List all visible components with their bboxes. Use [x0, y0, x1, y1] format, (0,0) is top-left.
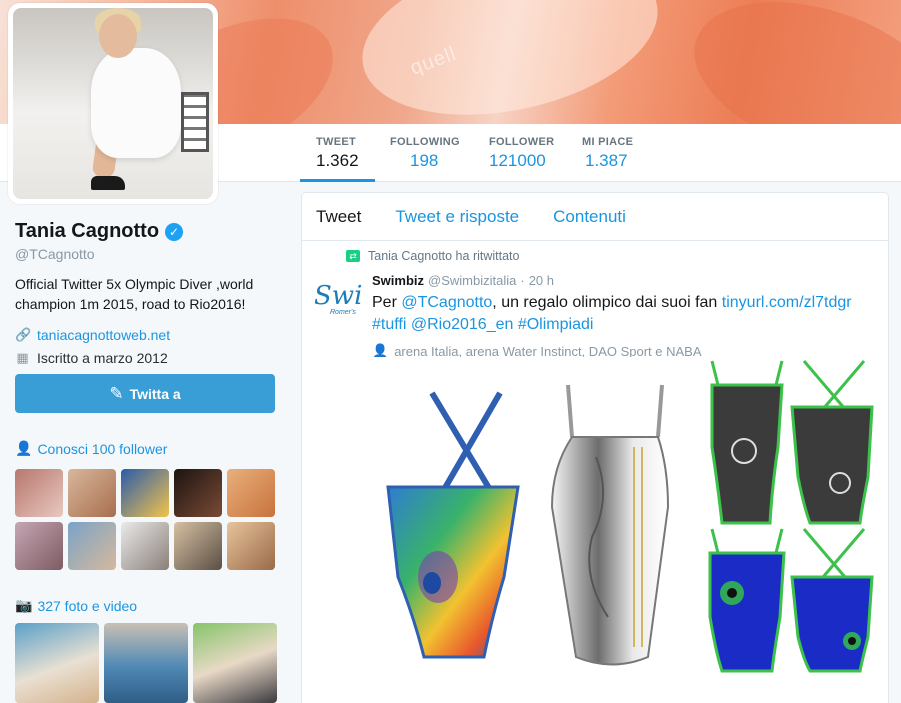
follower-avatar[interactable]	[227, 522, 275, 570]
tweet-timestamp[interactable]: 20 h	[529, 273, 554, 288]
media-thumbnail[interactable]	[15, 623, 99, 703]
tweet-author-name[interactable]: Swimbiz	[372, 273, 424, 288]
stat-value: 1.362	[316, 151, 359, 170]
tweet-to-label: Twitta a	[129, 385, 181, 402]
tweet-to-button[interactable]: ✎ Twitta a	[15, 374, 275, 413]
retweet-context: ⇄ Tania Cagnotto ha ritwittato	[346, 247, 876, 265]
photos-videos-link[interactable]: 📷 327 foto e video	[15, 597, 137, 614]
tweet-item[interactable]: ⇄ Tania Cagnotto ha ritwittato Swi Romer…	[302, 241, 888, 359]
stat-tweets[interactable]: TWEET 1.362	[300, 124, 375, 182]
camera-icon: 📷	[15, 597, 33, 613]
photos-strip	[15, 623, 277, 703]
follower-avatar[interactable]	[121, 469, 169, 517]
tab-media[interactable]: Contenuti	[553, 207, 626, 227]
profile-website-row: 🔗 taniacagnottoweb.net	[15, 323, 280, 346]
profile-bio: Official Twitter 5x Olympic Diver ,world…	[15, 276, 254, 312]
stat-label: FOLLOWING	[390, 136, 460, 148]
follower-avatar[interactable]	[121, 522, 169, 570]
profile-card: Tania Cagnotto ✓ @TCagnotto Official Twi…	[15, 220, 280, 369]
followers-you-know-link[interactable]: 👤 Conosci 100 follower	[15, 440, 167, 457]
profile-joined-row: ▦ Iscritto a marzo 2012	[15, 346, 280, 369]
tweet-separator: ·	[520, 273, 525, 288]
follower-avatar[interactable]	[15, 522, 63, 570]
swimsuit-designs-image	[386, 360, 874, 673]
timeline-tabs: Tweet Tweet e risposte Contenuti	[302, 193, 888, 241]
swimsuit-3	[710, 360, 874, 525]
timeline: Tweet Tweet e risposte Contenuti ⇄ Tania…	[301, 192, 889, 703]
tab-tweets-replies[interactable]: Tweet e risposte	[395, 207, 519, 227]
follower-avatar[interactable]	[68, 522, 116, 570]
stat-label: FOLLOWER	[489, 136, 555, 148]
person-icon: 👤	[15, 440, 33, 456]
follower-avatar[interactable]	[174, 469, 222, 517]
tweet-text: Per @TCagnotto, un regalo olimpico dai s…	[372, 292, 877, 336]
media-thumbnail[interactable]	[104, 623, 188, 703]
tweet-hashtags[interactable]: #tuffi @Rio2016_en #Olimpiadi	[372, 316, 593, 333]
avatar-logo-text: Swi	[314, 281, 362, 311]
followers-grid	[15, 469, 277, 570]
tab-tweets[interactable]: Tweet	[316, 207, 361, 227]
stat-label: MI PIACE	[582, 136, 634, 148]
stat-value: 121000	[489, 151, 546, 170]
verified-icon: ✓	[165, 222, 184, 241]
tweet-header: Swimbiz @Swimbizitalia · 20 h	[372, 273, 876, 288]
retweet-note[interactable]: Tania Cagnotto ha ritwittato	[368, 249, 519, 263]
tweet-mention[interactable]: @TCagnotto	[401, 294, 492, 311]
avatar-photo	[13, 8, 213, 199]
tweet-link[interactable]: tinyurl.com/zl7tdgr	[722, 294, 852, 311]
avatar-logo-subtext: Romer's	[330, 309, 356, 316]
tweet-media[interactable]	[372, 357, 882, 703]
link-icon: 🔗	[15, 326, 32, 342]
tweet-text-part: , un regalo olimpico dai suoi fan	[492, 294, 722, 311]
follower-avatar[interactable]	[15, 469, 63, 517]
media-thumbnail[interactable]	[193, 623, 277, 703]
stat-followers[interactable]: FOLLOWER 121000	[489, 124, 554, 182]
follower-avatar[interactable]	[68, 469, 116, 517]
swimsuit-4	[708, 528, 874, 673]
swimsuit-2	[550, 384, 670, 666]
profile-joined: Iscritto a marzo 2012	[37, 349, 168, 366]
tweet-author-handle[interactable]: @Swimbizitalia	[428, 273, 516, 288]
stat-value: 198	[410, 151, 439, 170]
calendar-icon: ▦	[16, 349, 29, 365]
compose-icon: ✎	[109, 383, 124, 403]
stat-likes[interactable]: MI PIACE 1.387	[582, 124, 633, 182]
retweet-icon: ⇄	[346, 250, 360, 262]
stat-value: 1.387	[585, 151, 628, 170]
profile-name[interactable]: Tania Cagnotto	[15, 220, 159, 243]
stat-following[interactable]: FOLLOWING 198	[390, 124, 460, 182]
follower-avatar[interactable]	[227, 469, 275, 517]
follower-avatar[interactable]	[174, 522, 222, 570]
profile-website-link[interactable]: taniacagnottoweb.net	[37, 327, 170, 343]
tweet-text-part: Per	[372, 294, 402, 311]
swimsuit-1	[386, 391, 520, 659]
stat-label: TWEET	[316, 136, 356, 148]
tweet-author-avatar[interactable]: Swi Romer's	[312, 273, 362, 323]
profile-avatar[interactable]	[8, 3, 218, 204]
photos-videos-label: 327 foto e video	[37, 597, 138, 614]
profile-handle[interactable]: @TCagnotto	[15, 246, 280, 262]
followers-you-know-label: Conosci 100 follower	[37, 440, 168, 457]
